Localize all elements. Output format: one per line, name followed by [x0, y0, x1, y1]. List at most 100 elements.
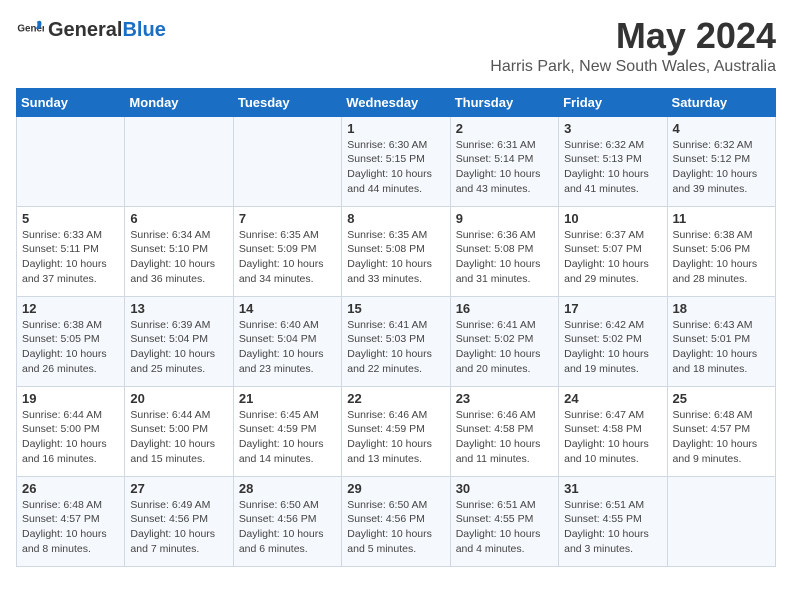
day-number: 7: [239, 211, 336, 226]
calendar-cell: 17 Sunrise: 6:42 AM Sunset: 5:02 PM Dayli…: [559, 296, 667, 386]
day-number: 28: [239, 481, 336, 496]
calendar-cell: 13Sunrise: 6:39 AM Sunset: 5:04 PM Dayli…: [125, 296, 233, 386]
day-number: 20: [130, 391, 227, 406]
title-block: May 2024 Harris Park, New South Wales, A…: [490, 16, 776, 76]
weekday-header-thursday: Thursday: [450, 88, 558, 116]
calendar-cell: 23 Sunrise: 6:46 AM Sunset: 4:58 PM Dayli…: [450, 386, 558, 476]
logo-text: General Blue: [48, 19, 166, 42]
weekday-header-saturday: Saturday: [667, 88, 775, 116]
day-number: 11: [673, 211, 770, 226]
day-detail: Sunrise: 6:43 AM Sunset: 5:01 PM Dayligh…: [673, 318, 770, 377]
day-detail: Sunrise: 6:35 AM Sunset: 5:09 PM Dayligh…: [239, 228, 336, 287]
calendar-cell: [233, 116, 341, 206]
day-number: 14: [239, 301, 336, 316]
weekday-header-monday: Monday: [125, 88, 233, 116]
day-number: 6: [130, 211, 227, 226]
calendar-cell: 6 Sunrise: 6:34 AM Sunset: 5:10 PM Daylig…: [125, 206, 233, 296]
day-detail: Sunrise: 6:48 AM Sunset: 4:57 PM Dayligh…: [673, 408, 770, 467]
day-detail: Sunrise: 6:32 AM Sunset: 5:13 PM Dayligh…: [564, 138, 661, 197]
day-number: 27: [130, 481, 227, 496]
day-number: 30: [456, 481, 553, 496]
location-title: Harris Park, New South Wales, Australia: [490, 58, 776, 76]
day-number: 12: [22, 301, 119, 316]
calendar-cell: 24Sunrise: 6:47 AM Sunset: 4:58 PM Dayli…: [559, 386, 667, 476]
day-detail: Sunrise: 6:41 AM Sunset: 5:03 PM Dayligh…: [347, 318, 444, 377]
calendar-cell: [667, 476, 775, 566]
day-detail: Sunrise: 6:48 AM Sunset: 4:57 PM Dayligh…: [22, 498, 119, 557]
day-number: 29: [347, 481, 444, 496]
day-number: 5: [22, 211, 119, 226]
day-detail: Sunrise: 6:42 AM Sunset: 5:02 PM Dayligh…: [564, 318, 661, 377]
logo-icon: General: [16, 16, 44, 44]
month-title: May 2024: [490, 16, 776, 56]
day-number: 4: [673, 121, 770, 136]
calendar-cell: 5 Sunrise: 6:33 AM Sunset: 5:11 PM Daylig…: [17, 206, 125, 296]
calendar-cell: 9 Sunrise: 6:36 AM Sunset: 5:08 PM Daylig…: [450, 206, 558, 296]
calendar-cell: 8 Sunrise: 6:35 AM Sunset: 5:08 PM Daylig…: [342, 206, 450, 296]
calendar-cell: 22 Sunrise: 6:46 AM Sunset: 4:59 PM Dayli…: [342, 386, 450, 476]
day-number: 3: [564, 121, 661, 136]
calendar-cell: 28 Sunrise: 6:50 AM Sunset: 4:56 PM Dayli…: [233, 476, 341, 566]
week-row-2: 5 Sunrise: 6:33 AM Sunset: 5:11 PM Daylig…: [17, 206, 776, 296]
day-detail: Sunrise: 6:41 AM Sunset: 5:02 PM Dayligh…: [456, 318, 553, 377]
day-detail: Sunrise: 6:51 AM Sunset: 4:55 PM Dayligh…: [564, 498, 661, 557]
day-number: 1: [347, 121, 444, 136]
day-detail: Sunrise: 6:45 AM Sunset: 4:59 PM Dayligh…: [239, 408, 336, 467]
calendar-cell: [17, 116, 125, 206]
day-detail: Sunrise: 6:30 AM Sunset: 5:15 PM Dayligh…: [347, 138, 444, 197]
day-detail: Sunrise: 6:34 AM Sunset: 5:10 PM Dayligh…: [130, 228, 227, 287]
calendar-cell: 31Sunrise: 6:51 AM Sunset: 4:55 PM Dayli…: [559, 476, 667, 566]
day-detail: Sunrise: 6:46 AM Sunset: 4:58 PM Dayligh…: [456, 408, 553, 467]
day-number: 19: [22, 391, 119, 406]
calendar-cell: [125, 116, 233, 206]
day-number: 25: [673, 391, 770, 406]
calendar-cell: 26 Sunrise: 6:48 AM Sunset: 4:57 PM Dayli…: [17, 476, 125, 566]
day-detail: Sunrise: 6:31 AM Sunset: 5:14 PM Dayligh…: [456, 138, 553, 197]
day-number: 26: [22, 481, 119, 496]
calendar-cell: 16 Sunrise: 6:41 AM Sunset: 5:02 PM Dayli…: [450, 296, 558, 386]
day-detail: Sunrise: 6:50 AM Sunset: 4:56 PM Dayligh…: [239, 498, 336, 557]
day-detail: Sunrise: 6:37 AM Sunset: 5:07 PM Dayligh…: [564, 228, 661, 287]
weekday-header-wednesday: Wednesday: [342, 88, 450, 116]
day-detail: Sunrise: 6:38 AM Sunset: 5:05 PM Dayligh…: [22, 318, 119, 377]
day-detail: Sunrise: 6:39 AM Sunset: 5:04 PM Dayligh…: [130, 318, 227, 377]
calendar-cell: 30 Sunrise: 6:51 AM Sunset: 4:55 PM Dayli…: [450, 476, 558, 566]
calendar-table: SundayMondayTuesdayWednesdayThursdayFrid…: [16, 88, 776, 567]
day-number: 17: [564, 301, 661, 316]
week-row-1: 1 Sunrise: 6:30 AM Sunset: 5:15 PM Daylig…: [17, 116, 776, 206]
weekday-header-friday: Friday: [559, 88, 667, 116]
calendar-cell: 27Sunrise: 6:49 AM Sunset: 4:56 PM Dayli…: [125, 476, 233, 566]
weekday-header-tuesday: Tuesday: [233, 88, 341, 116]
logo-blue: Blue: [122, 19, 165, 42]
logo: General General Blue: [16, 16, 166, 44]
week-row-5: 26 Sunrise: 6:48 AM Sunset: 4:57 PM Dayli…: [17, 476, 776, 566]
day-number: 15: [347, 301, 444, 316]
day-number: 8: [347, 211, 444, 226]
calendar-cell: 1 Sunrise: 6:30 AM Sunset: 5:15 PM Daylig…: [342, 116, 450, 206]
calendar-cell: 2 Sunrise: 6:31 AM Sunset: 5:14 PM Daylig…: [450, 116, 558, 206]
day-detail: Sunrise: 6:35 AM Sunset: 5:08 PM Dayligh…: [347, 228, 444, 287]
day-number: 23: [456, 391, 553, 406]
day-number: 22: [347, 391, 444, 406]
calendar-cell: 18Sunrise: 6:43 AM Sunset: 5:01 PM Dayli…: [667, 296, 775, 386]
day-detail: Sunrise: 6:36 AM Sunset: 5:08 PM Dayligh…: [456, 228, 553, 287]
day-number: 9: [456, 211, 553, 226]
day-number: 2: [456, 121, 553, 136]
calendar-cell: 3 Sunrise: 6:32 AM Sunset: 5:13 PM Daylig…: [559, 116, 667, 206]
day-detail: Sunrise: 6:51 AM Sunset: 4:55 PM Dayligh…: [456, 498, 553, 557]
day-number: 24: [564, 391, 661, 406]
day-detail: Sunrise: 6:33 AM Sunset: 5:11 PM Dayligh…: [22, 228, 119, 287]
day-detail: Sunrise: 6:46 AM Sunset: 4:59 PM Dayligh…: [347, 408, 444, 467]
day-number: 21: [239, 391, 336, 406]
day-number: 16: [456, 301, 553, 316]
calendar-cell: 29 Sunrise: 6:50 AM Sunset: 4:56 PM Dayli…: [342, 476, 450, 566]
calendar-cell: 14Sunrise: 6:40 AM Sunset: 5:04 PM Dayli…: [233, 296, 341, 386]
calendar-cell: 10Sunrise: 6:37 AM Sunset: 5:07 PM Dayli…: [559, 206, 667, 296]
day-detail: Sunrise: 6:32 AM Sunset: 5:12 PM Dayligh…: [673, 138, 770, 197]
calendar-cell: 15 Sunrise: 6:41 AM Sunset: 5:03 PM Dayli…: [342, 296, 450, 386]
day-detail: Sunrise: 6:50 AM Sunset: 4:56 PM Dayligh…: [347, 498, 444, 557]
page-header: General General Blue May 2024 Harris Par…: [16, 16, 776, 76]
day-detail: Sunrise: 6:38 AM Sunset: 5:06 PM Dayligh…: [673, 228, 770, 287]
calendar-cell: 7 Sunrise: 6:35 AM Sunset: 5:09 PM Daylig…: [233, 206, 341, 296]
weekday-header-sunday: Sunday: [17, 88, 125, 116]
